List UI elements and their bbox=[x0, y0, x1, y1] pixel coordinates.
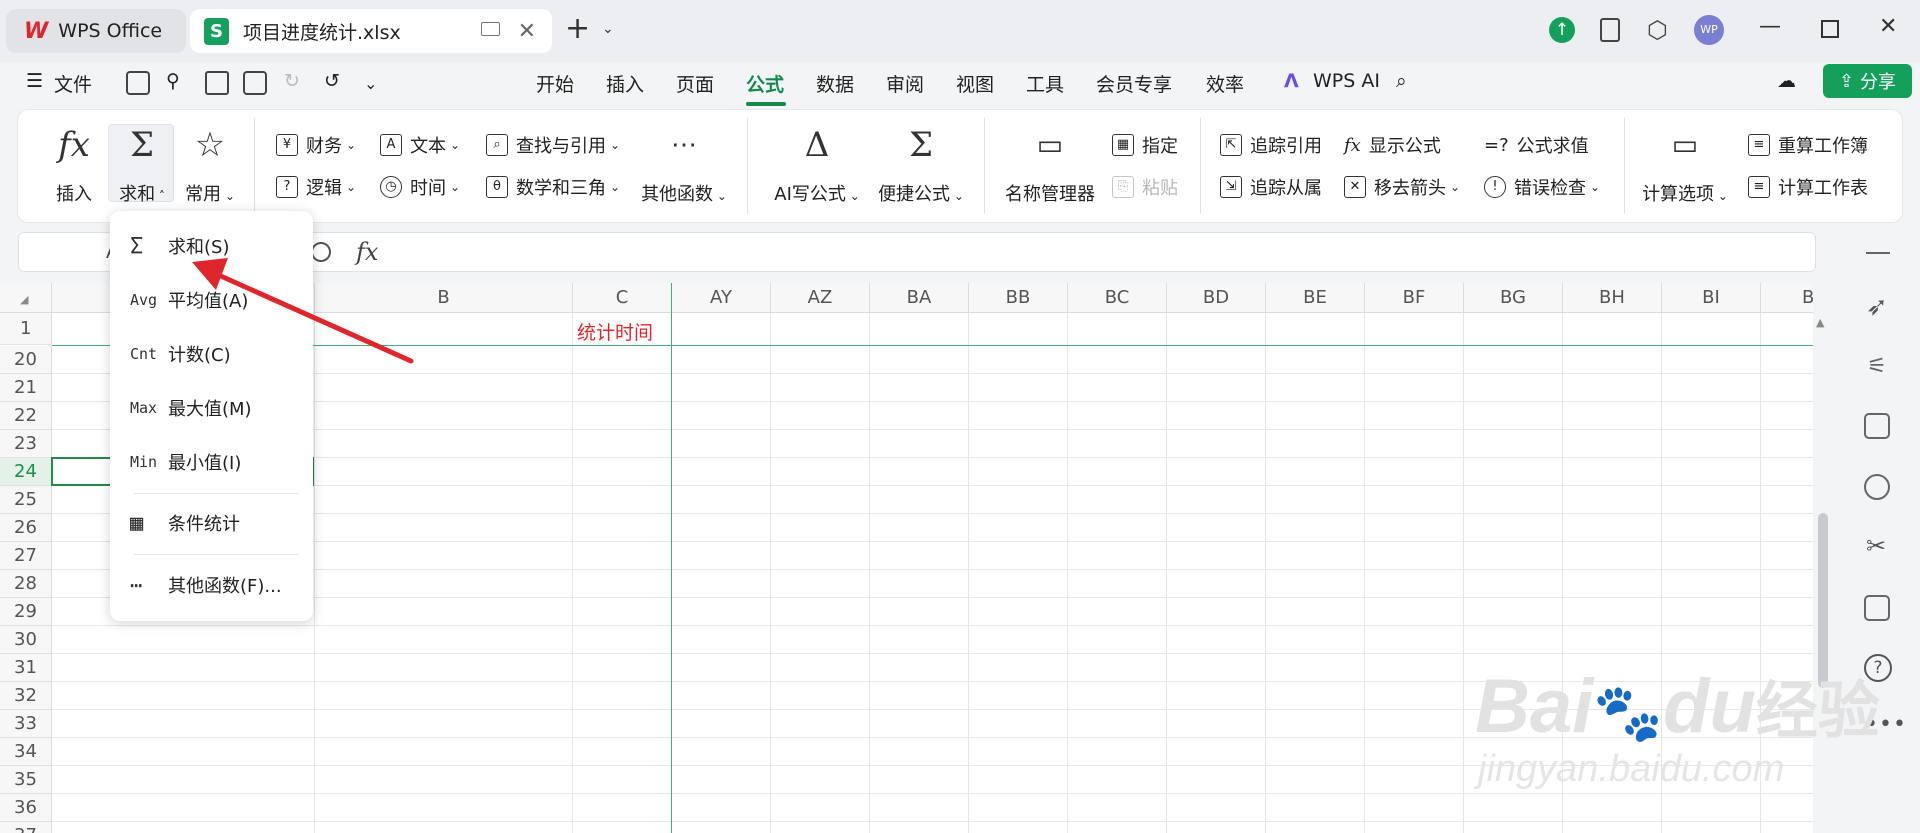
annotation-arrow bbox=[192, 258, 414, 364]
